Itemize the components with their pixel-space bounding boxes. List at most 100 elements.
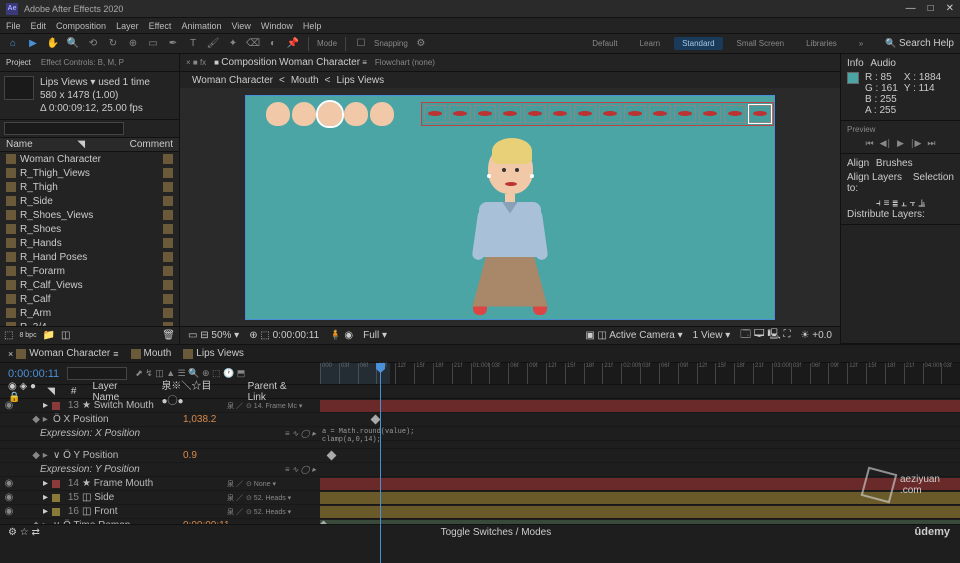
home-icon[interactable]: ⌂ [6,37,20,51]
timeline-layers[interactable]: ◉▸13★ Switch Mouth泉 ／⊙ 14. Frame Mc ▾◆ ▸… [0,399,960,524]
brush-tool-icon[interactable]: 🖌 [206,37,220,51]
tab-effect-controls[interactable]: Effect Controls: B, M, P [41,58,124,67]
col-num[interactable]: # [65,386,83,397]
eraser-tool-icon[interactable]: ⌫ [246,37,260,51]
timeline-row[interactable]: Expression: Y Position≡ ∿ ◯ ▸ [0,463,960,477]
col-name[interactable]: Name [6,139,33,150]
align-buttons[interactable]: ⫞ ≡ ≣ ⫠ ⫟ ⫡ [847,198,954,209]
timeline-tab-lips[interactable]: Lips Views [183,348,244,359]
timeline-tab-mouth[interactable]: Mouth [131,348,172,359]
project-search-input[interactable] [4,122,124,135]
comp-stage[interactable] [180,88,840,326]
toggle-switches[interactable]: Toggle Switches / Modes [441,527,552,538]
project-item[interactable]: R_Calf [0,292,179,306]
snap-options-icon[interactable]: ⚙ [414,37,428,51]
menu-window[interactable]: Window [261,21,293,31]
project-list[interactable]: Woman CharacterR_Thigh_ViewsR_ThighR_Sid… [0,152,179,326]
workspace-standard[interactable]: Standard [674,37,722,50]
workspace-learn[interactable]: Learn [632,37,668,50]
col-type-icon[interactable]: ◥ [77,139,85,150]
tc-display[interactable]: ⊕ ⬚ 0:00:00:11 [249,330,319,341]
tab-audio[interactable]: Audio [870,58,896,69]
tab-preview[interactable]: Preview [847,125,954,134]
delete-icon[interactable]: 🗑 [162,330,175,341]
timeline-footer-icons[interactable]: ⚙ ☆ ⇄ [8,527,40,538]
project-item[interactable]: R_Side [0,194,179,208]
head-angle[interactable] [292,102,316,126]
anchor-tool-icon[interactable]: ⊕ [126,37,140,51]
lip-shape[interactable] [574,105,596,123]
tab-composition[interactable]: ■ Composition Woman Character ≡ [214,57,367,68]
lip-shape[interactable] [674,105,696,123]
project-item[interactable]: R_Hand Poses [0,250,179,264]
workspace-default[interactable]: Default [584,37,625,50]
project-item[interactable]: R_Forarm [0,264,179,278]
first-frame-icon[interactable]: ⏮ [866,138,874,149]
timeline-row[interactable]: ◉▸16◫ Front泉 ／⊙ 52. Heads ▾ [0,505,960,519]
timeline-row[interactable]: ◉▸13★ Switch Mouth泉 ／⊙ 14. Frame Mc ▾ [0,399,960,413]
minimize-button[interactable]: — [906,3,916,14]
lip-shape[interactable] [524,105,546,123]
lip-shape[interactable] [549,105,571,123]
roto-tool-icon[interactable]: ◐ [266,37,280,51]
lip-shape[interactable] [599,105,621,123]
menu-animation[interactable]: Animation [181,21,221,31]
align-to-dropdown[interactable]: Selection [913,172,954,194]
breadcrumb[interactable]: Woman Character< Mouth< Lips Views [180,72,840,88]
last-frame-icon[interactable]: ⏭ [927,138,935,149]
menu-view[interactable]: View [231,21,250,31]
timeline-row[interactable] [0,441,960,449]
timeline-search-input[interactable] [67,367,127,380]
time-ruler[interactable]: 00003f06f09f12f15f18f21f01:00f03f06f09f1… [320,363,960,384]
workspace-small[interactable]: Small Screen [729,37,793,50]
head-angles[interactable] [266,102,394,126]
viewer-icons[interactable]: × ■ fx [186,58,206,67]
lip-shape[interactable] [499,105,521,123]
hand-tool-icon[interactable]: ✋ [46,37,60,51]
tab-align[interactable]: Align [847,158,869,169]
lip-shape[interactable] [649,105,671,123]
play-icon[interactable]: ▶ [897,138,904,149]
prev-frame-icon[interactable]: ◀∣ [880,138,891,149]
menu-help[interactable]: Help [303,21,322,31]
new-comp-icon[interactable]: ◫ [61,330,70,341]
menu-edit[interactable]: Edit [31,21,47,31]
project-item[interactable]: R_Hands [0,236,179,250]
maximize-button[interactable]: □ [928,3,934,14]
lip-shape[interactable] [624,105,646,123]
camera-dropdown[interactable]: ▣ ◫ Active Camera ▾ [585,330,682,341]
roi-icon[interactable]: 🧍 ◉ [329,330,353,341]
new-folder-icon[interactable]: 📁 [43,330,55,341]
project-item[interactable]: R_Shoes [0,222,179,236]
head-angle[interactable] [344,102,368,126]
viewer-extras[interactable]: 🗔 🖵 🖳 ⛶ [740,327,790,344]
timeline-row[interactable]: Expression: X Position≡ ∿ ◯ ▸a = Math.ro… [0,427,960,441]
close-button[interactable]: ✕ [946,3,954,14]
snap-toggle-icon[interactable]: ☐ [354,37,368,51]
head-angle[interactable] [318,102,342,126]
project-item[interactable]: R_Thigh_Views [0,166,179,180]
menu-file[interactable]: File [6,21,21,31]
tab-flowchart[interactable]: Flowchart (none) [375,58,435,67]
puppet-tool-icon[interactable]: 📌 [286,37,300,51]
timeline-row[interactable]: ◆ ▸∨ Ö Y Position0.9 [0,449,960,463]
bpc-button[interactable]: 8 bpc [19,332,36,339]
clone-tool-icon[interactable]: ✦ [226,37,240,51]
head-angle[interactable] [266,102,290,126]
project-item[interactable]: R_Calf_Views [0,278,179,292]
next-frame-icon[interactable]: ∣▶ [910,138,921,149]
shape-tool-icon[interactable]: ▭ [146,37,160,51]
lip-shape[interactable] [424,105,446,123]
tab-project[interactable]: Project [6,58,31,67]
menu-composition[interactable]: Composition [56,21,106,31]
timeline-tab-woman[interactable]: × Woman Character ≡ [8,348,119,359]
rotate-tool-icon[interactable]: ↻ [106,37,120,51]
pen-tool-icon[interactable]: ✒ [166,37,180,51]
view-dropdown[interactable]: 1 View ▾ [693,330,731,341]
lip-shape[interactable] [699,105,721,123]
lip-shape[interactable] [474,105,496,123]
head-angle[interactable] [370,102,394,126]
col-comment[interactable]: Comment [130,139,173,150]
timeline-row[interactable]: ◆ ▸Ö X Position1,038.2 [0,413,960,427]
snapping-label[interactable]: Snapping [374,39,408,48]
